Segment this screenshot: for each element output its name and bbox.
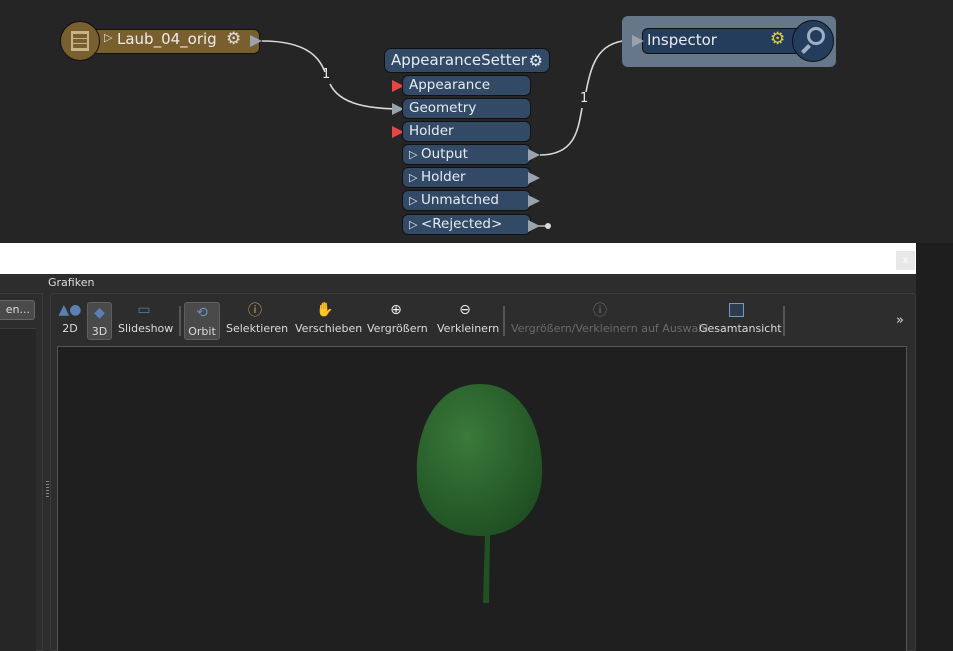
- tool-slideshow[interactable]: ▭ Slideshow: [118, 300, 174, 342]
- output-port-rejected[interactable]: ▷ <Rejected>: [402, 214, 531, 235]
- reader-node[interactable]: ▷ Laub_04_orig ⚙: [60, 21, 260, 61]
- connection-count: 1: [322, 67, 331, 82]
- tool-orbit[interactable]: ⟲ Orbit: [184, 302, 220, 340]
- output-arrow[interactable]: [528, 149, 540, 161]
- left-pane-list[interactable]: [0, 328, 36, 651]
- tool-label: 3D: [91, 325, 108, 338]
- tree-crown: [416, 384, 543, 536]
- inspector-node[interactable]: Inspector ⚙: [622, 16, 836, 67]
- output-arrow[interactable]: [528, 220, 540, 232]
- tool-3d[interactable]: ◆ 3D: [87, 302, 112, 340]
- toolbar-overflow-button[interactable]: »: [896, 313, 904, 328]
- gear-icon[interactable]: ⚙: [770, 29, 785, 49]
- dialog-titlebar: x: [0, 243, 916, 274]
- port-label: <Rejected>: [420, 216, 503, 232]
- tool-label: Verschieben: [295, 322, 363, 335]
- rejected-dot: [545, 223, 551, 229]
- port-label: Unmatched: [420, 192, 499, 208]
- inspector-name: Inspector: [647, 31, 717, 49]
- gear-icon[interactable]: ⚙: [529, 49, 543, 72]
- cube-3d-icon: ◆: [94, 305, 105, 321]
- slideshow-icon: ▭: [137, 302, 151, 318]
- transformer-name: AppearanceSetter: [391, 51, 527, 69]
- tool-zoom-selection[interactable]: ⓘ Vergrößern/Verkleinern auf Auswahl: [511, 300, 709, 342]
- connection-count: 1: [580, 91, 589, 106]
- tool-pan[interactable]: ✋ Verschieben: [295, 300, 363, 342]
- tool-label: Gesamtansicht: [699, 322, 782, 335]
- tool-2d[interactable]: ▲● 2D: [58, 300, 82, 342]
- magnifier-icon: [792, 20, 834, 62]
- tool-label: Slideshow: [118, 322, 174, 335]
- zoom-out-icon: ⊖: [459, 302, 471, 318]
- input-port-holder[interactable]: Holder: [402, 121, 531, 142]
- expand-icon[interactable]: ▷: [409, 148, 421, 161]
- output-arrow[interactable]: [528, 172, 540, 184]
- toolbar-separator: [179, 306, 181, 336]
- port-label: Output: [420, 146, 468, 162]
- output-port-holder[interactable]: ▷ Holder: [402, 167, 531, 188]
- hand-icon: ✋: [316, 302, 334, 318]
- transformer-header[interactable]: AppearanceSetter ⚙: [384, 48, 550, 73]
- input-port-geometry[interactable]: Geometry: [402, 98, 531, 119]
- tool-label: Vergrößern/Verkleinern auf Auswahl: [511, 322, 709, 335]
- reader-name: Laub_04_orig: [117, 30, 217, 48]
- select-info-icon: ⓘ: [248, 303, 262, 319]
- tool-zoom-out[interactable]: ⊖ Verkleinern: [437, 300, 500, 342]
- right-margin: [916, 243, 953, 651]
- gear-icon[interactable]: ⚙: [226, 29, 241, 49]
- tool-label: 2D: [62, 322, 78, 335]
- input-port-appearance[interactable]: Appearance: [402, 75, 531, 96]
- tool-select[interactable]: ⓘ Selektieren: [226, 300, 289, 342]
- panel-title: Grafiken: [48, 276, 95, 289]
- tool-label: Vergrößern: [367, 322, 428, 335]
- tool-zoom-in[interactable]: ⊕ Vergrößern: [367, 300, 428, 342]
- workspace-canvas[interactable]: 1 1 ▷ Laub_04_orig ⚙ AppearanceSetter ⚙ …: [0, 0, 953, 243]
- output-port-arrow[interactable]: [250, 35, 262, 47]
- tree-trunk: [483, 534, 490, 603]
- tool-label: Selektieren: [226, 322, 289, 335]
- output-port-unmatched[interactable]: ▷ Unmatched: [402, 190, 531, 211]
- tool-full-extent[interactable]: Gesamtansicht: [699, 300, 782, 342]
- connection-line[interactable]: [261, 40, 405, 110]
- reader-table-icon: [60, 21, 100, 61]
- tree-model: [416, 384, 543, 603]
- output-arrow[interactable]: [528, 195, 540, 207]
- zoom-in-icon: ⊕: [390, 302, 402, 318]
- shapes-2d-icon: ▲●: [58, 302, 82, 318]
- toolbar-separator: [503, 306, 505, 336]
- input-arrow[interactable]: [632, 35, 644, 47]
- output-port-output[interactable]: ▷ Output: [402, 144, 531, 165]
- zoom-selection-icon: ⓘ: [593, 303, 607, 319]
- full-extent-icon: [699, 300, 774, 320]
- expand-icon[interactable]: ▷: [104, 31, 112, 44]
- expand-icon[interactable]: ▷: [409, 194, 421, 207]
- orbit-icon: ⟲: [196, 305, 208, 321]
- tool-label: Verkleinern: [437, 322, 500, 335]
- left-pane-button[interactable]: en...: [0, 300, 35, 320]
- expand-icon[interactable]: ▷: [409, 218, 421, 231]
- expand-icon[interactable]: ▷: [409, 171, 421, 184]
- splitter-handle[interactable]: [46, 481, 49, 497]
- port-label: Holder: [420, 169, 466, 185]
- tool-label: Orbit: [188, 325, 216, 338]
- close-button[interactable]: x: [896, 251, 915, 270]
- toolbar-separator: [783, 306, 785, 336]
